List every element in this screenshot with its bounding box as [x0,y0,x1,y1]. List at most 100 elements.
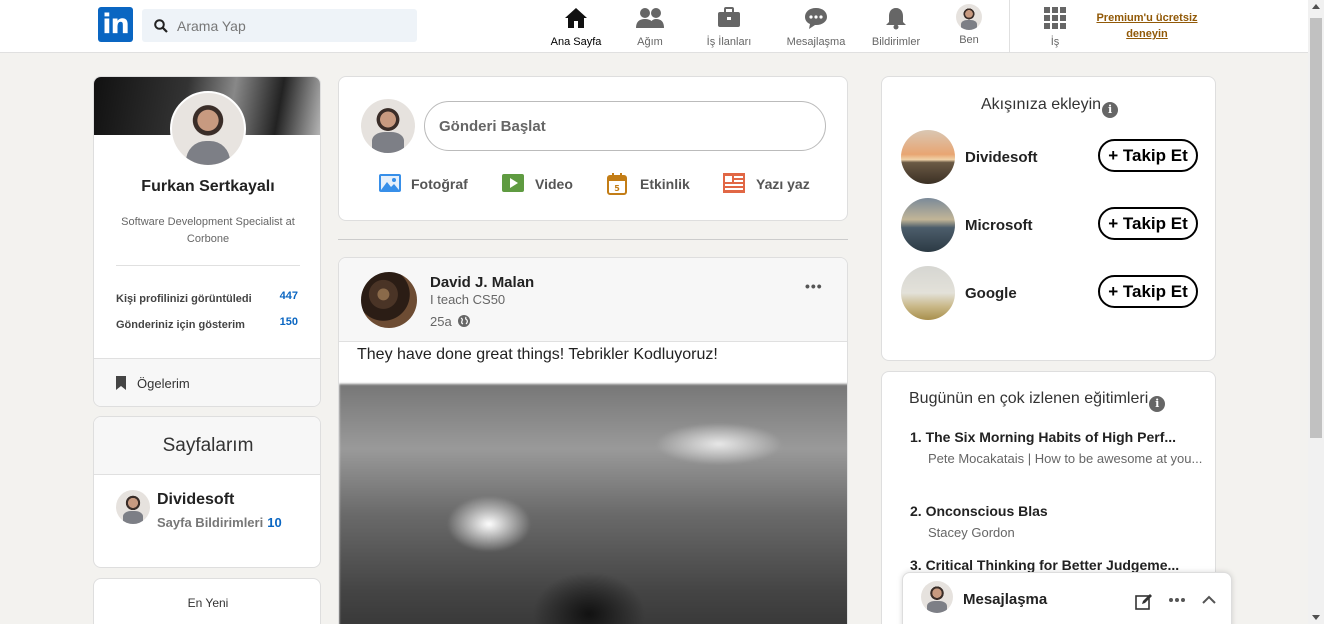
course-item[interactable]: 1. The Six Morning Habits of High Perf..… [910,429,1206,469]
share-event-button[interactable]: 5 Etkinlik [607,173,707,197]
nav-home-label: Ana Sayfa [550,36,602,48]
follow-suggestions-card: Akışınıza ekleyin i Dividesoft + Takip Et… [881,76,1216,361]
nav-notifications[interactable]: Bildirimler [870,6,922,50]
stat-profile-views[interactable]: Kişi profilinizi görüntüledi 447 [116,290,300,305]
nav-jobs[interactable]: İş İlanları [704,6,754,50]
follow-title-text: Akışınıza ekleyin [980,96,1102,113]
network-icon [636,8,664,28]
profile-headline: Software Development Specialist at Corbo… [121,216,295,245]
post-time-value: 25a [430,314,452,329]
company-name[interactable]: Microsoft [965,217,1033,234]
course-item[interactable]: 2. Onconscious Blas Stacey Gordon [910,503,1206,543]
linkedin-logo[interactable]: in [98,7,133,42]
feed-divider [338,239,848,240]
saved-items[interactable]: Ögelerim [94,359,320,406]
share-article-label: Yazı yaz [756,176,810,192]
stat-post-impressions[interactable]: Gönderiniz için gösterim 150 [116,316,300,331]
course-title: 2. Onconscious Blas [910,503,1048,519]
course-author: Pete Mocakatais | How to be awesome at y… [928,451,1203,466]
profile-avatar[interactable] [170,91,246,167]
bell-icon [886,8,906,30]
start-post-button[interactable]: Gönderi Başlat [424,101,826,151]
me-avatar [956,4,982,30]
courses-title-text: Bugünün en çok izlenen eğitimleri [909,390,1149,407]
info-icon[interactable]: i [1149,396,1166,412]
messaging-avatar [921,581,953,613]
share-event-label: Etkinlik [640,176,690,192]
post-author[interactable]: David J. Malan [430,274,534,291]
saved-items-label: Ögelerim [137,376,190,391]
more-icon[interactable] [1169,598,1185,602]
page-notifications[interactable]: Sayfa Bildirimleri 10 [157,515,282,530]
page-name[interactable]: Dividesoft [157,491,234,509]
nav-work[interactable]: İş [1042,6,1068,50]
share-video-button[interactable]: Video [502,173,582,197]
follow-button[interactable]: + Takip Et [1098,275,1198,308]
search-icon [154,19,168,33]
video-icon [502,174,524,192]
stat-label: Gönderiniz için gösterim [116,319,245,331]
scroll-up-arrow-icon[interactable] [1312,4,1320,9]
nav-messaging-label: Mesajlaşma [786,36,846,48]
share-box: Gönderi Başlat Fotoğraf Video 5 Etkinlik… [338,76,848,221]
newest-card[interactable]: En Yeni [93,578,321,624]
search-box[interactable] [142,9,417,42]
nav-network[interactable]: Ağım [630,6,670,50]
scroll-down-arrow-icon[interactable] [1312,615,1320,620]
page-notifications-count: 10 [267,515,282,530]
nav-me[interactable]: Ben [953,4,985,50]
company-logo[interactable] [901,198,955,252]
follow-button[interactable]: + Takip Et [1098,139,1198,172]
compose-icon[interactable] [1135,593,1153,611]
nav-me-label: Ben [959,34,979,46]
course-title: 1. The Six Morning Habits of High Perf..… [910,429,1177,445]
nav-home[interactable]: Ana Sayfa [549,6,603,50]
share-photo-button[interactable]: Fotoğraf [378,173,478,197]
start-post-placeholder: Gönderi Başlat [439,118,546,135]
page-avatar[interactable] [116,490,150,524]
grid-icon [1044,7,1066,29]
course-item[interactable]: 3. Critical Thinking for Better Judgeme.… [910,557,1206,573]
article-icon [723,173,745,193]
follow-title: Akışınıza ekleyin i [882,96,1215,118]
feed-post: David J. Malan I teach CS50 25a ••• They… [338,257,848,624]
company-name[interactable]: Google [965,285,1017,302]
nav-notifications-label: Bildirimler [871,36,921,48]
nav-divider [1009,0,1010,53]
company-name[interactable]: Dividesoft [965,149,1038,166]
home-icon [565,8,587,28]
briefcase-icon [718,7,740,27]
post-image[interactable] [339,384,847,624]
nav-work-label: İş [1050,36,1060,48]
info-icon[interactable]: i [1102,102,1119,118]
profile-name[interactable]: Furkan Sertkayalı [94,178,320,196]
company-logo[interactable] [901,266,955,320]
company-logo[interactable] [901,130,955,184]
my-pages-card: Sayfalarım Dividesoft Sayfa Bildirimleri… [93,416,321,568]
profile-card: Furkan Sertkayalı Software Development S… [93,76,321,407]
chevron-up-icon[interactable] [1202,595,1216,605]
post-more-icon[interactable]: ••• [805,278,823,294]
post-time: 25a [430,314,470,329]
stat-value: 150 [279,316,298,328]
premium-link[interactable]: Premium'u ücretsiz deneyin [1090,10,1204,42]
globe-icon [458,315,470,327]
course-title: 3. Critical Thinking for Better Judgeme.… [910,557,1180,573]
calendar-icon: 5 [607,173,627,195]
stat-value: 447 [279,290,298,302]
top-nav: in Ana Sayfa Ağım İş İlanları Mesajlaşma… [0,0,1308,53]
page-scrollbar[interactable] [1308,0,1324,624]
chat-icon [805,8,827,29]
course-author: Stacey Gordon [928,525,1015,540]
photo-icon [379,174,401,192]
messaging-dock[interactable]: Mesajlaşma [902,572,1232,624]
author-avatar[interactable] [361,272,417,328]
nav-messaging[interactable]: Mesajlaşma [784,6,848,50]
post-author-subtitle: I teach CS50 [430,292,506,307]
scroll-thumb[interactable] [1310,18,1322,438]
share-article-button[interactable]: Yazı yaz [723,173,833,197]
my-pages-title: Sayfalarım [94,417,320,475]
search-input[interactable] [177,9,407,42]
newest-label: En Yeni [187,596,229,610]
follow-button[interactable]: + Takip Et [1098,207,1198,240]
